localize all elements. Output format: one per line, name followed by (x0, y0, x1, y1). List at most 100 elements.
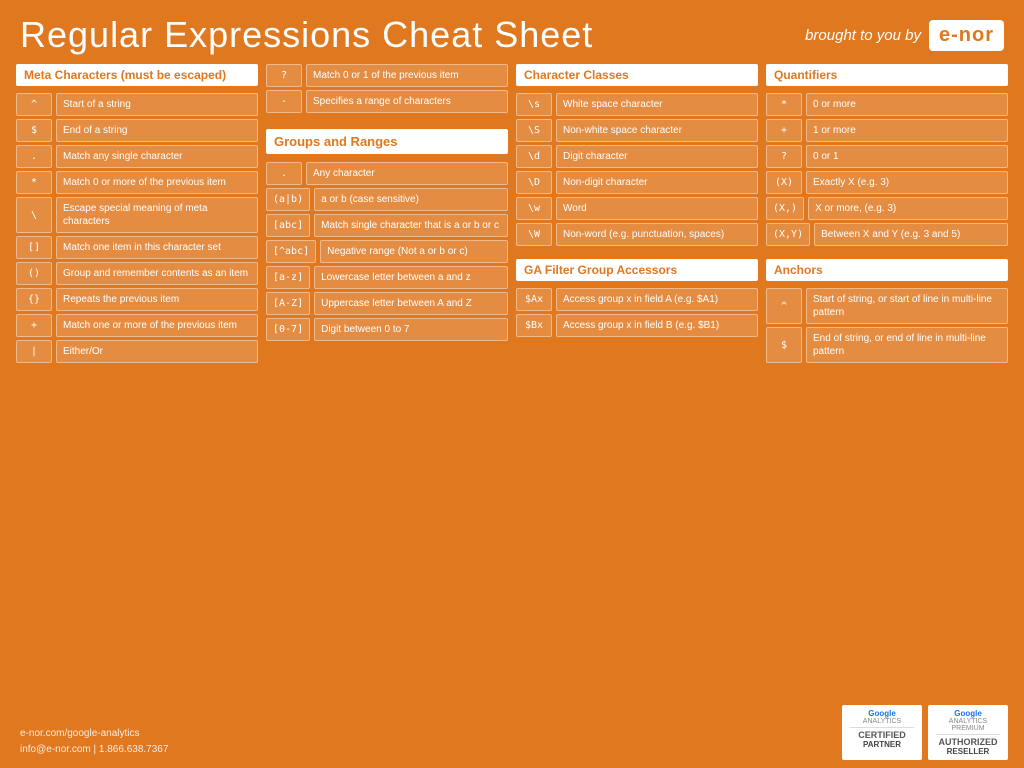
char-classes-list: \sWhite space character \SNon-white space… (516, 93, 758, 249)
char-classes-header: Character Classes (516, 64, 758, 86)
item-key: \s (516, 93, 552, 116)
table-row: \wWord (516, 197, 758, 220)
footer-line1: e-nor.com/google-analytics (20, 726, 168, 742)
item-key: ? (766, 145, 802, 168)
meta-characters-column: Meta Characters (must be escaped) ^Start… (16, 64, 258, 366)
item-desc: End of a string (56, 119, 258, 142)
item-key: - (266, 90, 302, 113)
table-row: $End of a string (16, 119, 258, 142)
item-desc: a or b (case sensitive) (314, 188, 508, 211)
table-row: .Any character (266, 162, 508, 185)
table-row: ?Match 0 or 1 of the previous item (266, 64, 508, 87)
quantifiers-list: *0 or more+1 or more?0 or 1(X)Exactly X … (766, 93, 1008, 249)
brand-text: brought to you by (805, 27, 921, 44)
quantifiers-column: Quantifiers *0 or more+1 or more?0 or 1(… (766, 64, 1008, 366)
item-desc: Match one or more of the previous item (56, 314, 258, 337)
item-desc: Access group x in field A (e.g. $A1) (556, 288, 758, 311)
item-key: \W (516, 223, 552, 246)
item-desc: Word (556, 197, 758, 220)
table-row: *0 or more (766, 93, 1008, 116)
item-key: [^abc] (266, 240, 316, 263)
table-row: $AxAccess group x in field A (e.g. $A1) (516, 288, 758, 311)
item-desc: Start of a string (56, 93, 258, 116)
item-key: . (266, 162, 302, 185)
footer-logos: Google ANALYTICS CERTIFIED PARTNER Googl… (842, 705, 1008, 760)
item-desc: Lowercase letter between a and z (314, 266, 508, 289)
table-row: \WNon-word (e.g. punctuation, spaces) (516, 223, 758, 246)
item-desc: Match 0 or more of the previous item (56, 171, 258, 194)
brand-logo: e-nor (929, 20, 1004, 51)
item-key: $Bx (516, 314, 552, 337)
item-desc: Access group x in field B (e.g. $B1) (556, 314, 758, 337)
item-key: . (16, 145, 52, 168)
item-desc: Match one item in this character set (56, 236, 258, 259)
table-row: ^Start of string, or start of line in mu… (766, 288, 1008, 324)
item-key: [abc] (266, 214, 310, 237)
table-row: \SNon-white space character (516, 119, 758, 142)
item-desc: Any character (306, 162, 508, 185)
item-key: (X) (766, 171, 802, 194)
google-analytics-badge: Google ANALYTICS CERTIFIED PARTNER (842, 705, 922, 760)
meta-left-list: ^Start of a string$End of a string.Match… (16, 93, 258, 366)
item-desc: Non-digit character (556, 171, 758, 194)
table-row: .Match any single character (16, 145, 258, 168)
table-row: |Either/Or (16, 340, 258, 363)
quantifiers-header: Quantifiers (766, 64, 1008, 86)
groups-ranges-list: .Any character (a|b)a or b (case sensitiv… (266, 162, 508, 344)
item-key: $Ax (516, 288, 552, 311)
item-desc: Start of string, or start of line in mul… (806, 288, 1008, 324)
item-desc: Uppercase letter between A and Z (314, 292, 508, 315)
item-key: () (16, 262, 52, 285)
table-row: (X)Exactly X (e.g. 3) (766, 171, 1008, 194)
item-key: ? (266, 64, 302, 87)
item-desc: Specifies a range of characters (306, 90, 508, 113)
table-row: +1 or more (766, 119, 1008, 142)
item-desc: Non-white space character (556, 119, 758, 142)
table-row: $End of string, or end of line in multi-… (766, 327, 1008, 363)
item-desc: 1 or more (806, 119, 1008, 142)
footer-line2: info@e-nor.com | 1.866.638.7367 (20, 742, 168, 758)
item-desc: White space character (556, 93, 758, 116)
item-key: \D (516, 171, 552, 194)
item-key: (X,Y) (766, 223, 810, 246)
table-row: \DNon-digit character (516, 171, 758, 194)
item-desc: 0 or 1 (806, 145, 1008, 168)
table-row: [A-Z]Uppercase letter between A and Z (266, 292, 508, 315)
char-classes-column: Character Classes \sWhite space characte… (516, 64, 758, 366)
item-key: + (16, 314, 52, 337)
anchors-list: ^Start of string, or start of line in mu… (766, 288, 1008, 366)
item-key: [0-7] (266, 318, 310, 341)
item-key: (a|b) (266, 188, 310, 211)
ga-filter-list: $AxAccess group x in field A (e.g. $A1)$… (516, 288, 758, 340)
table-row: -Specifies a range of characters (266, 90, 508, 113)
table-row: \sWhite space character (516, 93, 758, 116)
item-key: * (16, 171, 52, 194)
table-row: ?0 or 1 (766, 145, 1008, 168)
table-row: [a-z]Lowercase letter between a and z (266, 266, 508, 289)
table-row: (X,Y)Between X and Y (e.g. 3 and 5) (766, 223, 1008, 246)
item-key: [A-Z] (266, 292, 310, 315)
item-key: ^ (766, 288, 802, 324)
table-row: [abc]Match single character that is a or… (266, 214, 508, 237)
item-key: | (16, 340, 52, 363)
item-key: \d (516, 145, 552, 168)
item-key: [] (16, 236, 52, 259)
footer: e-nor.com/google-analytics info@e-nor.co… (20, 726, 168, 758)
item-desc: Escape special meaning of meta character… (56, 197, 258, 233)
item-desc: Digit between 0 to 7 (314, 318, 508, 341)
item-desc: Exactly X (e.g. 3) (806, 171, 1008, 194)
google-analytics-premium-badge: Google ANALYTICS PREMIUM AUTHORIZED RESE… (928, 705, 1008, 760)
table-row: +Match one or more of the previous item (16, 314, 258, 337)
page-title: Regular Expressions Cheat Sheet (20, 14, 593, 56)
item-key: \ (16, 197, 52, 233)
item-desc: Repeats the previous item (56, 288, 258, 311)
item-desc: 0 or more (806, 93, 1008, 116)
groups-ranges-header: Groups and Ranges (266, 129, 508, 154)
table-row: [0-7]Digit between 0 to 7 (266, 318, 508, 341)
item-key: + (766, 119, 802, 142)
item-desc: Digit character (556, 145, 758, 168)
table-row: (a|b)a or b (case sensitive) (266, 188, 508, 211)
header: Regular Expressions Cheat Sheet brought … (0, 0, 1024, 64)
item-desc: End of string, or end of line in multi-l… (806, 327, 1008, 363)
item-desc: Group and remember contents as an item (56, 262, 258, 285)
